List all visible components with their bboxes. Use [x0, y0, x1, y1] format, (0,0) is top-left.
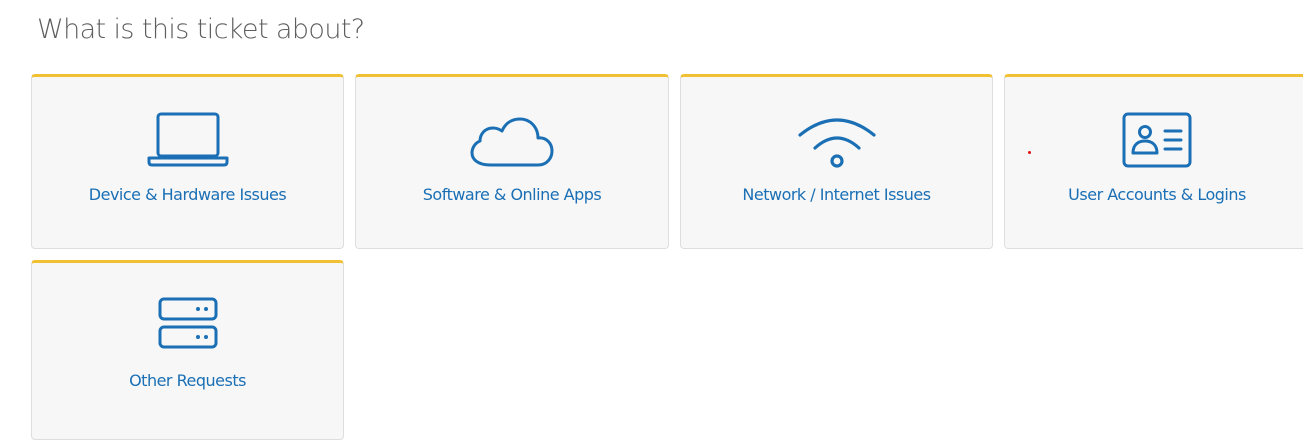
- page-title: What is this ticket about?: [37, 14, 365, 45]
- category-card-other-requests[interactable]: Other Requests: [31, 260, 344, 440]
- category-label: Network / Internet Issues: [742, 185, 931, 204]
- category-label: Software & Online Apps: [422, 185, 602, 204]
- laptop-icon: [146, 111, 230, 173]
- category-label: Device & Hardware Issues: [88, 185, 287, 204]
- category-card-software-apps[interactable]: Software & Online Apps: [355, 74, 669, 249]
- category-card-user-accounts[interactable]: User Accounts & Logins: [1004, 74, 1303, 249]
- id-card-icon: [1115, 111, 1199, 173]
- server-icon: [146, 297, 230, 359]
- cloud-icon: [470, 111, 554, 173]
- category-label: Other Requests: [129, 371, 246, 390]
- category-label: User Accounts & Logins: [1068, 185, 1246, 204]
- wifi-icon: [795, 111, 879, 173]
- category-card-device-hardware[interactable]: Device & Hardware Issues: [31, 74, 344, 249]
- category-card-network-internet[interactable]: Network / Internet Issues: [680, 74, 993, 249]
- stray-dot: [1028, 151, 1031, 154]
